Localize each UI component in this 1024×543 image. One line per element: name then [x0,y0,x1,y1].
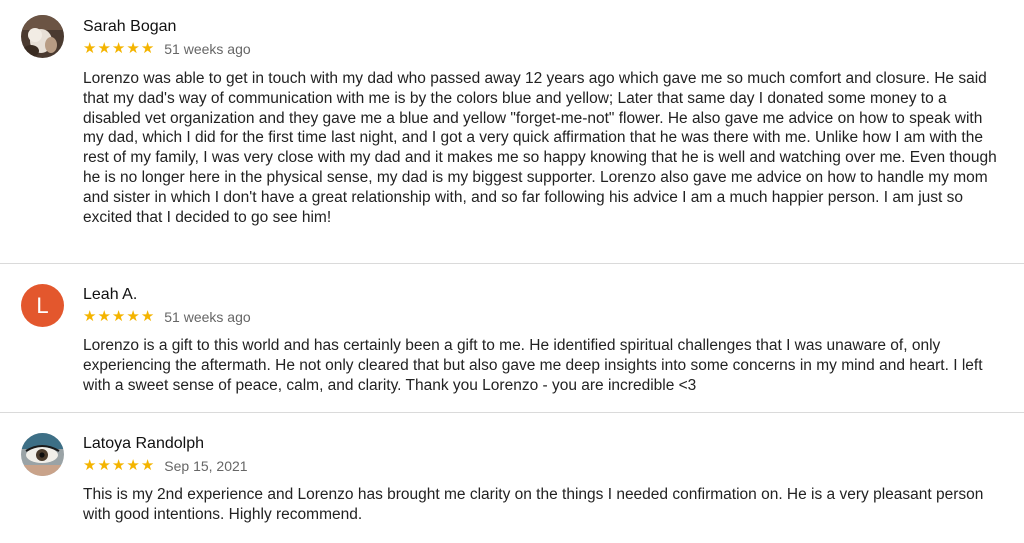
reviewer-avatar[interactable]: L [21,284,64,327]
review-card: L Leah A. ★ ★ ★ ★ ★ 51 weeks ago Lorenzo… [0,264,1024,413]
review-meta: ★ ★ ★ ★ ★ 51 weeks ago [83,308,251,326]
review-date: Sep 15, 2021 [164,458,248,474]
star-icon: ★ [97,308,111,325]
review-text: Lorenzo was able to get in touch with my… [83,70,997,226]
star-icon: ★ [83,308,97,325]
review-meta: ★ ★ ★ ★ ★ 51 weeks ago [83,40,251,58]
reviewer-name[interactable]: Latoya Randolph [83,435,204,453]
star-icon: ★ [97,457,111,474]
star-icon: ★ [83,40,97,57]
star-icon: ★ [140,40,155,57]
star-icon: ★ [111,308,126,325]
star-rating: ★ ★ ★ ★ ★ [83,40,154,58]
star-icon: ★ [140,308,155,325]
review-card: Sarah Bogan ★ ★ ★ ★ ★ 51 weeks ago Loren… [0,0,1024,264]
star-icon: ★ [126,457,140,474]
reviewer-avatar[interactable] [21,15,64,58]
star-icon: ★ [83,457,97,474]
star-icon: ★ [140,457,155,474]
review-text: This is my 2nd experience and Lorenzo ha… [83,486,984,523]
reviewer-name[interactable]: Leah A. [83,286,137,304]
review-text: Lorenzo is a gift to this world and has … [83,337,983,394]
star-icon: ★ [126,40,140,57]
avatar-photo-icon [21,433,64,476]
star-icon: ★ [126,308,140,325]
reviewer-avatar[interactable] [21,433,64,476]
star-icon: ★ [97,40,111,57]
star-icon: ★ [111,457,126,474]
avatar-photo-icon [21,15,64,58]
review-date: 51 weeks ago [164,309,251,325]
review-meta: ★ ★ ★ ★ ★ Sep 15, 2021 [83,457,248,475]
review-date: 51 weeks ago [164,41,251,57]
reviewer-name[interactable]: Sarah Bogan [83,18,176,36]
star-icon: ★ [111,40,126,57]
review-card: Latoya Randolph ★ ★ ★ ★ ★ Sep 15, 2021 T… [0,413,1024,543]
star-rating: ★ ★ ★ ★ ★ [83,308,154,326]
star-rating: ★ ★ ★ ★ ★ [83,457,154,475]
